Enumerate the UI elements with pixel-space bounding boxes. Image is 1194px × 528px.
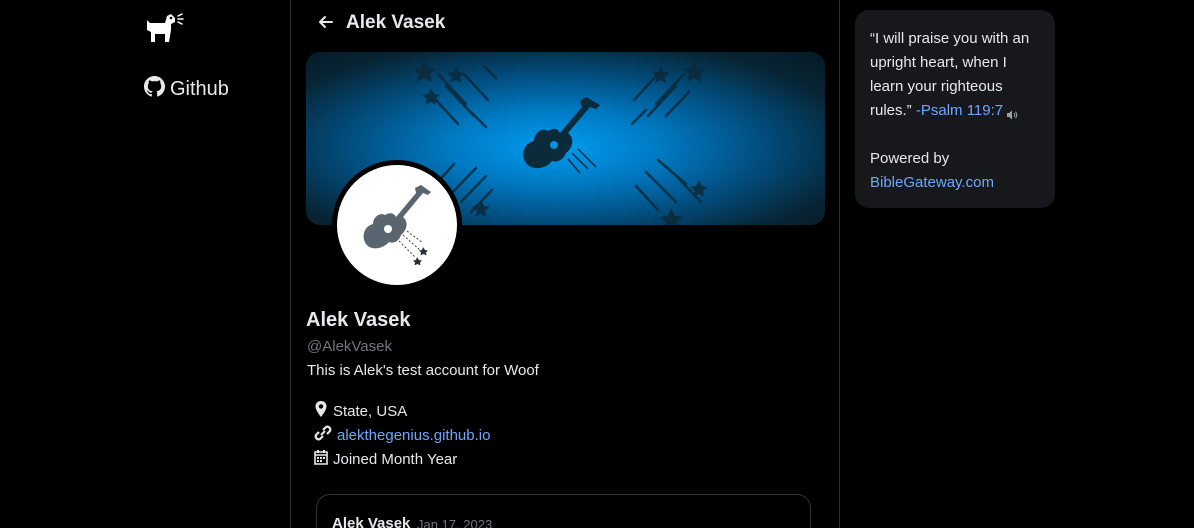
profile-website-link[interactable]: alekthegenius.github.io [337,427,490,444]
profile-joined: Joined Month Year [313,449,457,469]
github-icon [144,76,165,103]
link-icon [313,425,333,445]
profile-joined-text: Joined Month Year [333,450,458,468]
profile-website: alekthegenius.github.io [313,425,490,445]
post-date: Jan 17, 2023 [417,517,493,528]
post-card[interactable]: Alek Vasek Jan 17, 2023 [316,494,811,528]
page-title: Alek Vasek [346,12,446,33]
back-button[interactable] [315,13,337,35]
verse-block: “I will praise you with an upright heart… [870,27,1040,123]
calendar-icon [313,449,329,469]
nav-github-label: Github [170,78,229,100]
arrow-left-icon [319,15,333,34]
profile-column: Alek Vasek Alek Vasek @AlekVasek This is… [290,0,840,528]
profile-handle: @AlekVasek [307,338,392,355]
dog-icon[interactable] [141,10,185,46]
guitar-stars-icon [337,165,457,285]
powered-by: Powered by BibleGateway.com [870,147,1040,195]
biblegateway-link[interactable]: BibleGateway.com [870,174,994,191]
profile-location-text: State, USA [333,402,408,420]
left-sidebar: Github [0,0,290,528]
post-author: Alek Vasek [332,515,411,528]
powered-by-label: Powered by [870,150,950,167]
profile-header: Alek Vasek [291,0,839,48]
profile-display-name: Alek Vasek [306,309,411,331]
nav-github-link[interactable]: Github [144,76,229,103]
profile-location: State, USA [313,401,407,421]
profile-bio: This is Alek's test account for Woof [307,362,539,379]
verse-reference-link[interactable]: -Psalm 119:7 [916,102,1003,119]
speaker-icon[interactable] [1006,105,1018,120]
verse-widget: “I will praise you with an upright heart… [855,10,1055,208]
avatar[interactable] [332,160,462,290]
map-pin-icon [313,401,329,421]
